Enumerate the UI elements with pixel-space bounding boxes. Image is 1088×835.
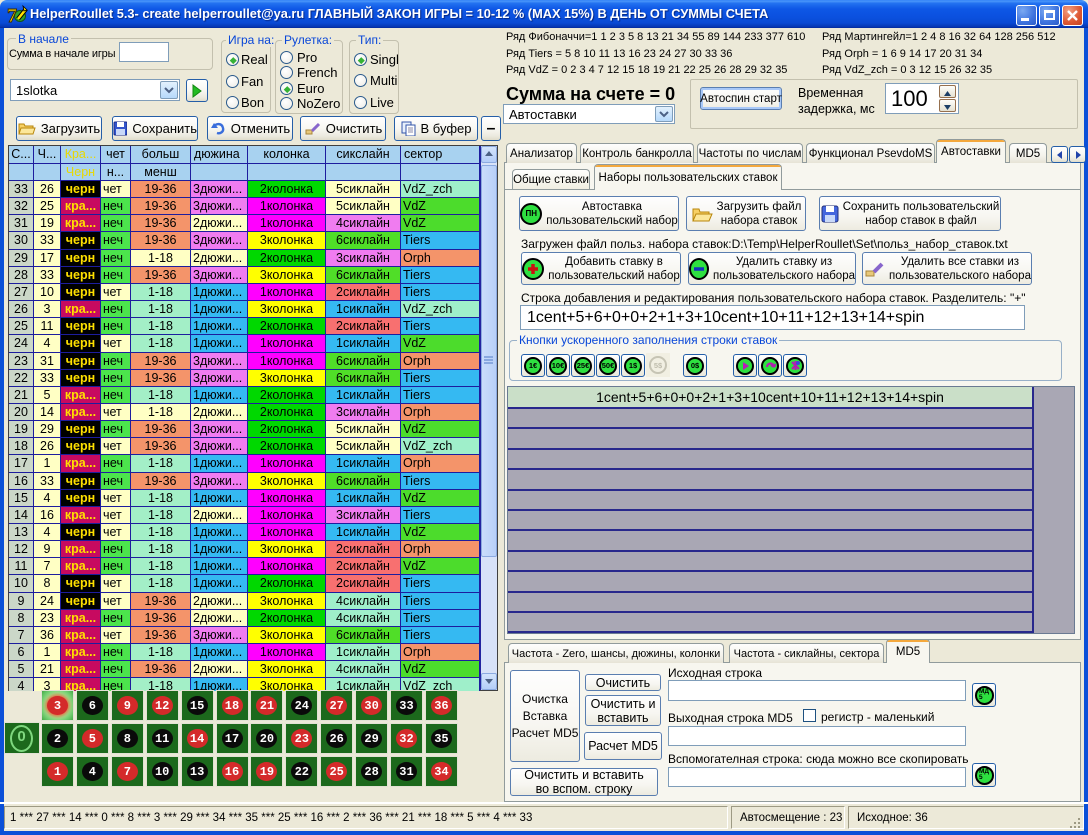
svg-text:7: 7 [7, 5, 17, 27]
